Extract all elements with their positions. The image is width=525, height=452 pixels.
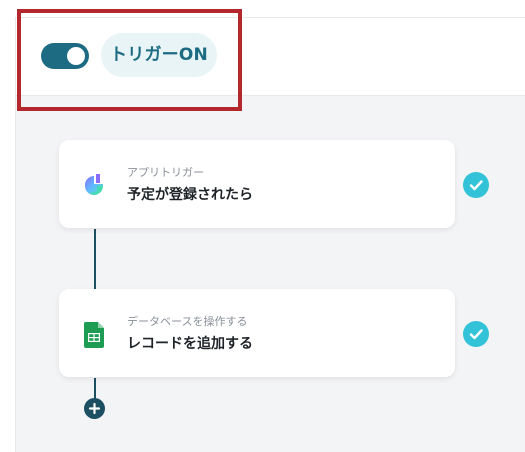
step-title: 予定が登録されたら — [127, 187, 253, 203]
flow-connector-line — [94, 378, 96, 400]
spreadsheet-icon — [83, 322, 105, 348]
step-complete-check-icon — [463, 172, 489, 198]
flow-connector-line — [94, 229, 96, 289]
step-subtitle: データベースを操作する — [127, 315, 248, 328]
step-title: レコードを追加する — [127, 336, 253, 352]
flow-step-card-action[interactable]: データベースを操作する レコードを追加する — [59, 289, 455, 377]
add-step-button[interactable] — [84, 398, 105, 419]
header-left-divider — [15, 17, 16, 95]
step-complete-check-icon — [463, 321, 489, 347]
trigger-toggle[interactable] — [41, 43, 89, 69]
trigger-status-badge: トリガーON — [101, 33, 217, 77]
calendar-app-icon — [83, 173, 105, 197]
toggle-knob — [67, 47, 85, 65]
step-subtitle: アプリトリガー — [127, 166, 204, 179]
plus-icon — [88, 402, 101, 415]
flow-step-card-trigger[interactable]: アプリトリガー 予定が登録されたら — [59, 140, 455, 228]
